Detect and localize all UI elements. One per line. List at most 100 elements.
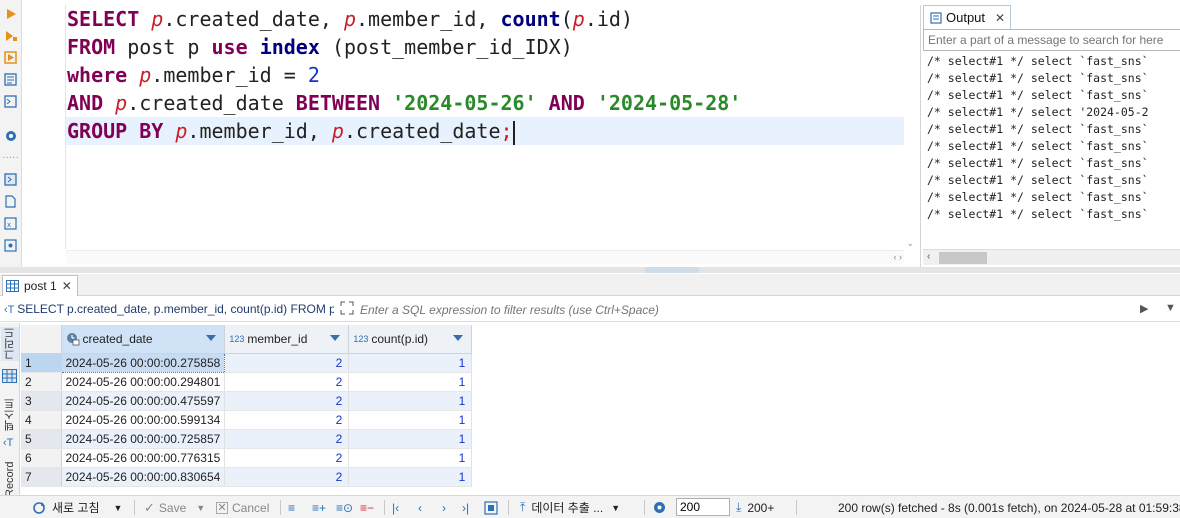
- table-row[interactable]: 2 2024-05-26 00:00:00.294801 2 1: [21, 372, 473, 392]
- console-icon[interactable]: [3, 94, 18, 109]
- sql-code[interactable]: SELECT p.created_date, p.member_id, coun…: [66, 5, 916, 145]
- output-message[interactable]: /* select#1 */ select '2024-05-2: [927, 104, 1180, 121]
- first-page-icon[interactable]: |‹: [392, 499, 399, 516]
- close-icon[interactable]: ✕: [995, 11, 1005, 25]
- chevron-left-right-icon[interactable]: ‹ ›: [894, 252, 903, 262]
- export-data-button[interactable]: ⤒ 데이터 추출 ... ▼: [520, 499, 620, 516]
- new-script-icon[interactable]: [3, 194, 18, 209]
- editor-horizontal-scrollbar[interactable]: ‹ ›: [66, 250, 904, 264]
- cell-created-date[interactable]: 2024-05-26 00:00:00.599134: [61, 410, 226, 430]
- cell-created-date[interactable]: 2024-05-26 00:00:00.475597: [61, 391, 226, 411]
- grid-view-icon[interactable]: [2, 369, 17, 386]
- cell-count[interactable]: 1: [348, 467, 473, 487]
- cell-created-date[interactable]: 2024-05-26 00:00:00.294801: [61, 372, 226, 392]
- cancel-button[interactable]: ✕ Cancel: [216, 499, 269, 516]
- parameters-icon[interactable]: [3, 238, 18, 253]
- column-header-member-id[interactable]: 123 member_id: [224, 325, 350, 354]
- results-grid[interactable]: created_date 123 member_id 123 count(p.i…: [21, 325, 1180, 495]
- tab-results-post-1[interactable]: post 1 ✕: [2, 275, 78, 296]
- tab-text[interactable]: 텍스트: [1, 395, 19, 435]
- scrollbar-thumb[interactable]: [939, 252, 987, 264]
- add-row-icon[interactable]: ≡+: [312, 499, 326, 516]
- row-number[interactable]: 7: [21, 467, 62, 487]
- output-message[interactable]: /* select#1 */ select `fast_sns`: [927, 172, 1180, 189]
- execute-script-icon[interactable]: [3, 28, 18, 43]
- tab-output[interactable]: Output ✕: [923, 5, 1011, 29]
- edit-row-icon[interactable]: ≡: [288, 499, 295, 516]
- cell-created-date[interactable]: 2024-05-26 00:00:00.830654: [61, 467, 226, 487]
- fetch-next-page-button[interactable]: ⤓ 200+: [736, 499, 774, 516]
- sort-dropdown-icon[interactable]: [453, 335, 464, 341]
- splitter-grip[interactable]: [645, 267, 699, 273]
- row-number[interactable]: 2: [21, 372, 62, 392]
- output-message[interactable]: /* select#1 */ select `fast_sns`: [927, 53, 1180, 70]
- chevron-left-icon[interactable]: ‹: [927, 251, 930, 262]
- cell-member-id[interactable]: 2: [224, 353, 350, 373]
- filter-history-dropdown-icon[interactable]: ▼: [1165, 302, 1176, 314]
- cell-member-id[interactable]: 2: [224, 467, 350, 487]
- table-row[interactable]: 1 2024-05-26 00:00:00.275858 2 1: [21, 352, 473, 373]
- chevron-down-icon[interactable]: ⌄: [906, 238, 914, 249]
- code-line[interactable]: where p.member_id = 2: [66, 61, 916, 89]
- cell-count[interactable]: 1: [348, 410, 473, 430]
- output-message[interactable]: /* select#1 */ select `fast_sns`: [927, 138, 1180, 155]
- output-message-list[interactable]: /* select#1 */ select `fast_sns`/* selec…: [927, 53, 1180, 243]
- cell-created-date[interactable]: 2024-05-26 00:00:00.776315: [61, 448, 226, 468]
- table-row[interactable]: 3 2024-05-26 00:00:00.475597 2 1: [21, 391, 473, 411]
- chevron-down-icon[interactable]: ▼: [611, 503, 620, 513]
- cell-created-date[interactable]: 2024-05-26 00:00:00.725857: [61, 429, 226, 449]
- delete-row-icon[interactable]: ≡−: [360, 499, 374, 516]
- sort-dropdown-icon[interactable]: [330, 335, 341, 341]
- sql-editor[interactable]: SELECT p.created_date, p.member_id, coun…: [22, 0, 918, 268]
- next-page-icon[interactable]: ›: [442, 499, 446, 516]
- sort-dropdown-icon[interactable]: [206, 335, 217, 341]
- cell-count[interactable]: 1: [348, 353, 473, 373]
- output-message[interactable]: /* select#1 */ select `fast_sns`: [927, 87, 1180, 104]
- row-number-header[interactable]: [21, 325, 62, 354]
- output-message[interactable]: /* select#1 */ select `fast_sns`: [927, 189, 1180, 206]
- expand-filter-icon[interactable]: [340, 301, 354, 318]
- cell-count[interactable]: 1: [348, 391, 473, 411]
- column-header-created-date[interactable]: created_date: [61, 325, 226, 354]
- editor-vertical-scrollbar[interactable]: ⌄: [904, 0, 918, 252]
- cell-member-id[interactable]: 2: [224, 410, 350, 430]
- table-row[interactable]: 5 2024-05-26 00:00:00.725857 2 1: [21, 429, 473, 449]
- fetch-settings-icon[interactable]: [652, 499, 667, 516]
- table-row[interactable]: 6 2024-05-26 00:00:00.776315 2 1: [21, 448, 473, 468]
- table-row[interactable]: 4 2024-05-26 00:00:00.599134 2 1: [21, 410, 473, 430]
- explain-plan-icon[interactable]: [3, 72, 18, 87]
- refresh-button[interactable]: 새로 고침 ▼: [32, 499, 122, 516]
- output-search-input[interactable]: [923, 29, 1180, 51]
- code-line[interactable]: SELECT p.created_date, p.member_id, coun…: [66, 5, 916, 33]
- save-button[interactable]: ✓ Save ▼: [144, 499, 205, 516]
- cell-member-id[interactable]: 2: [224, 391, 350, 411]
- output-message[interactable]: /* select#1 */ select `fast_sns`: [927, 121, 1180, 138]
- settings-gear-icon[interactable]: [3, 128, 18, 143]
- execute-new-tab-icon[interactable]: [3, 50, 18, 65]
- chevron-down-icon[interactable]: ▼: [114, 503, 123, 513]
- output-message[interactable]: /* select#1 */ select `fast_sns`: [927, 70, 1180, 87]
- tab-record[interactable]: Record: [1, 459, 19, 499]
- output-message[interactable]: /* select#1 */ select `fast_sns`: [927, 206, 1180, 223]
- code-line[interactable]: FROM post p use index (post_member_id_ID…: [66, 33, 916, 61]
- previous-page-icon[interactable]: ‹: [418, 499, 422, 516]
- fetch-size-input[interactable]: [676, 498, 730, 516]
- cell-count[interactable]: 1: [348, 448, 473, 468]
- table-row[interactable]: 7 2024-05-26 00:00:00.830654 2 1: [21, 467, 473, 487]
- cell-count[interactable]: 1: [348, 429, 473, 449]
- cell-member-id[interactable]: 2: [224, 372, 350, 392]
- execute-statement-icon[interactable]: [3, 6, 18, 21]
- filter-expression-input[interactable]: [358, 300, 1128, 319]
- cell-created-date[interactable]: 2024-05-26 00:00:00.275858: [60, 352, 226, 373]
- cell-count[interactable]: 1: [348, 372, 473, 392]
- chevron-down-icon[interactable]: ▼: [196, 503, 205, 513]
- last-page-icon[interactable]: ›|: [462, 499, 469, 516]
- show-results-icon[interactable]: [3, 172, 18, 187]
- copy-row-icon[interactable]: ≡⊙: [336, 499, 353, 516]
- output-message[interactable]: /* select#1 */ select `fast_sns`: [927, 155, 1180, 172]
- variables-icon[interactable]: x: [3, 216, 18, 231]
- code-line[interactable]: GROUP BY p.member_id, p.created_date;: [66, 117, 916, 145]
- text-view-icon[interactable]: ‹T: [3, 437, 13, 449]
- apply-filter-icon[interactable]: ▶: [1140, 302, 1148, 315]
- output-horizontal-scrollbar[interactable]: ‹: [923, 249, 1180, 265]
